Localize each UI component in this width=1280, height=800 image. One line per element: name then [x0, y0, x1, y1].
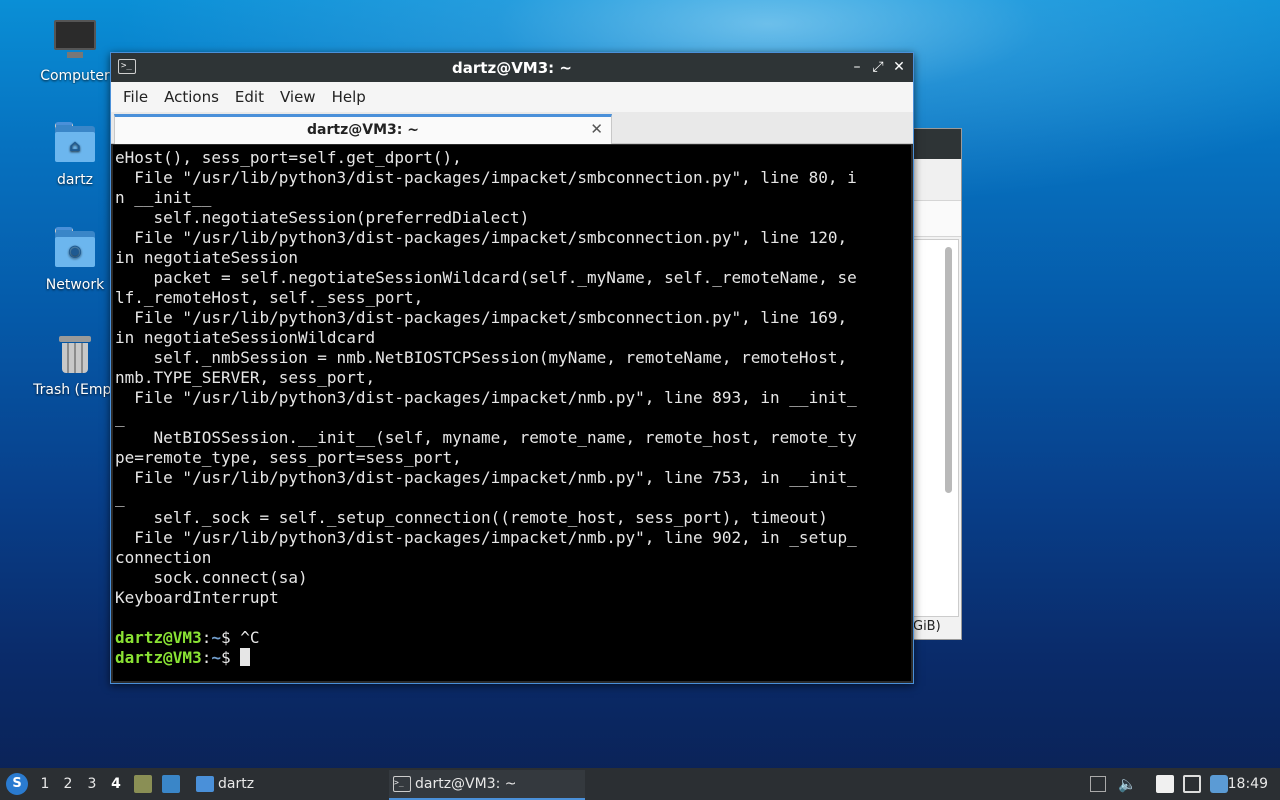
- taskbar-task-folder[interactable]: dartz: [192, 770, 382, 800]
- terminal-line: eHost(), sess_port=self.get_dport(),: [115, 148, 462, 167]
- menu-actions[interactable]: Actions: [156, 84, 227, 110]
- terminal-line: self._sock = self._setup_connection((rem…: [115, 508, 828, 527]
- desktop-icon-label: Trash (Empt: [33, 382, 117, 398]
- desktop-icon-label: Network: [45, 277, 105, 293]
- close-button[interactable]: ✕: [890, 57, 908, 77]
- desktop-icon-home[interactable]: ⌂ dartz: [27, 122, 123, 188]
- terminal-line: in negotiateSessionWildcard: [115, 328, 376, 347]
- folder-icon: [196, 776, 214, 792]
- terminal-line: self.negotiateSession(preferredDialect): [115, 208, 530, 227]
- terminal-line: File "/usr/lib/python3/dist-packages/imp…: [115, 468, 857, 487]
- prompt-line: dartz@VM3:~$: [115, 648, 911, 668]
- workspace-3[interactable]: 3: [81, 768, 103, 800]
- menu-file[interactable]: File: [115, 84, 156, 110]
- trash-icon: [53, 332, 97, 376]
- workspace-1[interactable]: 1: [34, 768, 56, 800]
- taskbar: S 1 2 3 4 dartz >_ dartz@VM3: ~ 🔈 18:49: [0, 768, 1280, 800]
- maximize-button[interactable]: ⤢: [869, 57, 887, 77]
- menu-edit[interactable]: Edit: [227, 84, 272, 110]
- tab-label: dartz@VM3: ~: [307, 122, 419, 138]
- prompt-user: dartz@VM3: [115, 648, 202, 667]
- terminal-line: lf._remoteHost, self._sess_port,: [115, 288, 424, 307]
- desktop-icon-label: dartz: [56, 172, 94, 188]
- minimize-button[interactable]: –: [848, 57, 866, 77]
- tab-terminal[interactable]: dartz@VM3: ~ ✕: [114, 114, 612, 144]
- prompt-separator: :: [201, 628, 212, 647]
- workspace-2[interactable]: 2: [57, 768, 79, 800]
- prompt-path: ~: [211, 628, 221, 647]
- menu-view[interactable]: View: [272, 84, 324, 110]
- tray-scroll-icon[interactable]: [1090, 776, 1106, 792]
- terminal-line: nmb.TYPE_SERVER, sess_port,: [115, 368, 376, 387]
- computer-icon: [53, 18, 97, 62]
- terminal-line: _: [115, 488, 125, 507]
- terminal-line: connection: [115, 548, 212, 567]
- terminal-line: File "/usr/lib/python3/dist-packages/imp…: [115, 388, 857, 407]
- menubar: File Actions Edit View Help: [111, 82, 913, 112]
- show-desktop-icon[interactable]: [162, 775, 180, 793]
- start-menu-icon[interactable]: S: [6, 773, 28, 795]
- prompt-input: $: [220, 648, 241, 667]
- tab-close-icon[interactable]: ✕: [590, 120, 603, 138]
- taskbar-task-terminal[interactable]: >_ dartz@VM3: ~: [389, 770, 585, 800]
- terminal-line: pe=remote_type, sess_port=sess_port,: [115, 448, 462, 467]
- network-folder-icon: ◉: [53, 227, 97, 271]
- prompt-path: ~: [211, 648, 221, 667]
- update-notifier-icon[interactable]: [1210, 775, 1228, 793]
- taskbar-task-label: dartz: [218, 776, 255, 792]
- desktop-icon-network[interactable]: ◉ Network: [27, 227, 123, 293]
- clock[interactable]: 18:49: [1228, 768, 1268, 800]
- terminal-line: self._nmbSession = nmb.NetBIOSTCPSession…: [115, 348, 848, 367]
- terminal-line: File "/usr/lib/python3/dist-packages/imp…: [115, 168, 857, 187]
- window-titlebar[interactable]: >_ dartz@VM3: ~ – ⤢ ✕: [111, 53, 913, 82]
- clipboard-icon[interactable]: [1156, 775, 1174, 793]
- prompt-separator: :: [201, 648, 212, 667]
- prompt-line: dartz@VM3:~$ ^C: [115, 628, 911, 648]
- network-status-icon[interactable]: [1183, 775, 1201, 793]
- terminal-line: KeyboardInterrupt: [115, 588, 279, 607]
- prompt-input: $ ^C: [220, 628, 260, 647]
- terminal-line: _: [115, 408, 125, 427]
- terminal-line: NetBIOSSession.__init__(self, myname, re…: [115, 428, 857, 447]
- terminal-line: File "/usr/lib/python3/dist-packages/imp…: [115, 528, 857, 547]
- prompt-user: dartz@VM3: [115, 628, 202, 647]
- background-window-scrollbar[interactable]: [945, 247, 952, 493]
- desktop-icon-label: Computer: [40, 68, 110, 84]
- tab-bar: dartz@VM3: ~ ✕: [111, 112, 913, 144]
- terminal-line: n __init__: [115, 188, 212, 207]
- taskbar-task-label: dartz@VM3: ~: [415, 776, 517, 792]
- terminal-line: File "/usr/lib/python3/dist-packages/imp…: [115, 228, 848, 247]
- menu-help[interactable]: Help: [324, 84, 374, 110]
- terminal-icon: >_: [393, 776, 411, 792]
- desktop-icon-trash[interactable]: Trash (Empt: [27, 332, 123, 398]
- background-window-status: GiB): [913, 619, 941, 634]
- file-manager-launcher-icon[interactable]: [134, 775, 152, 793]
- terminal-line: sock.connect(sa): [115, 568, 308, 587]
- terminal-window[interactable]: >_ dartz@VM3: ~ – ⤢ ✕ File Actions Edit …: [110, 52, 914, 684]
- volume-icon[interactable]: 🔈: [1118, 775, 1137, 793]
- window-title: dartz@VM3: ~: [452, 59, 572, 77]
- workspace-4[interactable]: 4: [105, 768, 127, 800]
- terminal-line: in negotiateSession: [115, 248, 299, 267]
- terminal-line: packet = self.negotiateSessionWildcard(s…: [115, 268, 857, 287]
- home-folder-icon: ⌂: [53, 122, 97, 166]
- terminal-cursor: [240, 648, 251, 666]
- terminal-output[interactable]: eHost(), sess_port=self.get_dport(), Fil…: [113, 145, 911, 681]
- terminal-line: File "/usr/lib/python3/dist-packages/imp…: [115, 308, 848, 327]
- desktop-icon-computer[interactable]: Computer: [27, 18, 123, 84]
